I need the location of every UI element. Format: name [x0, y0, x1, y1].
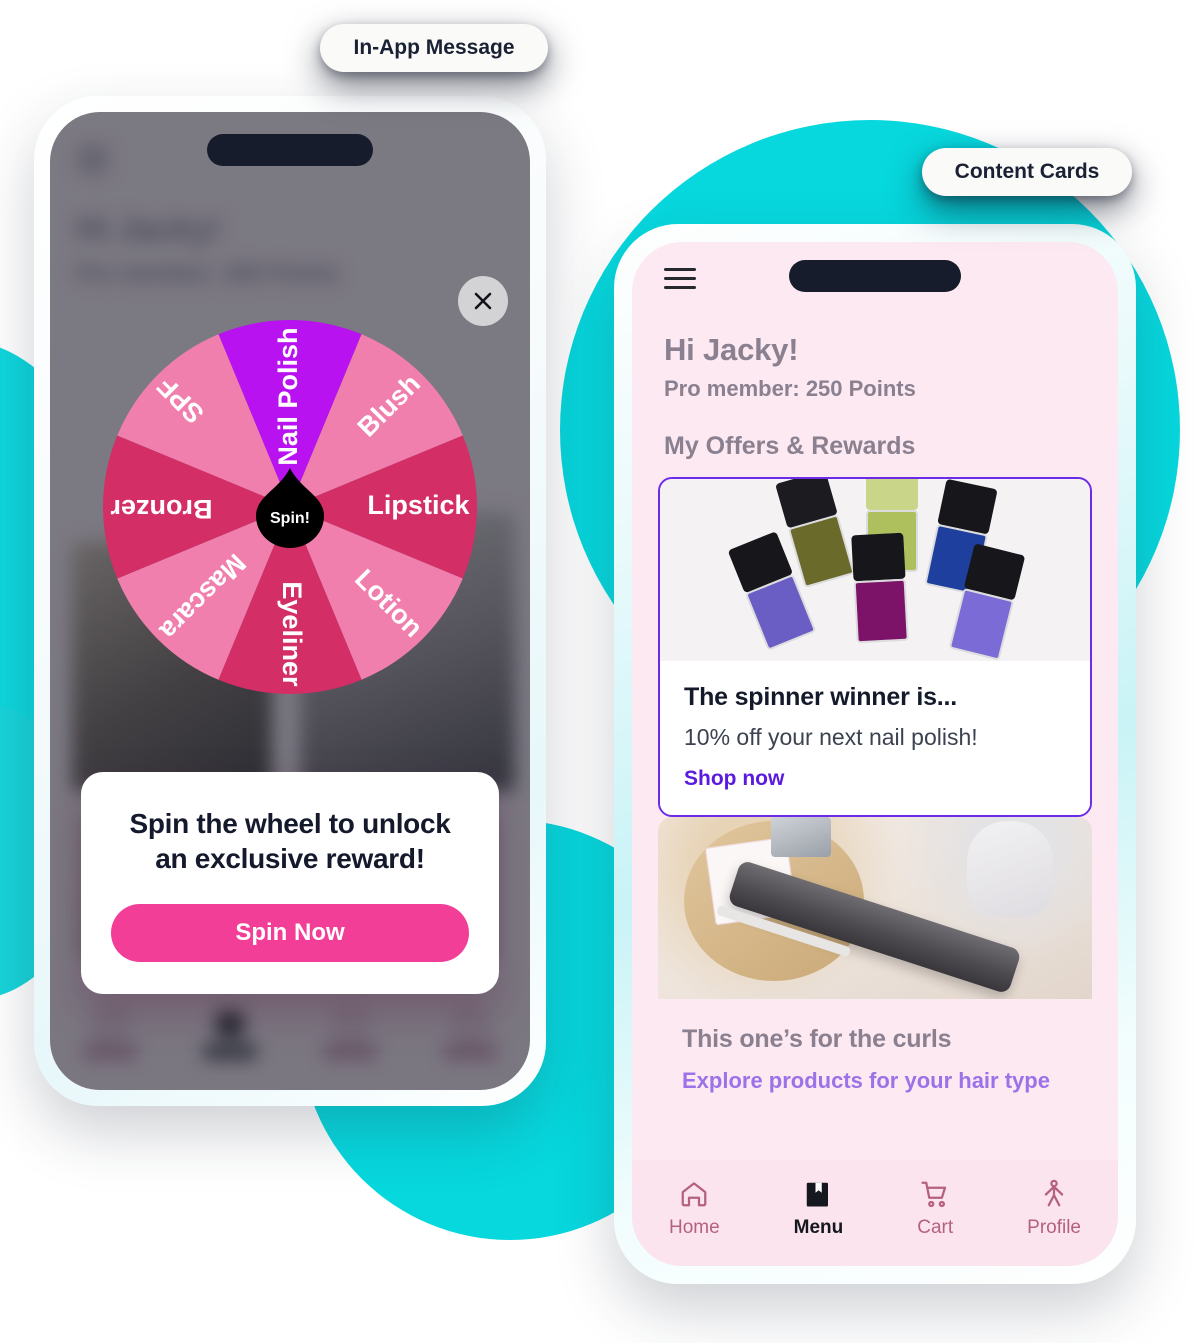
phone1-notch: [207, 134, 373, 166]
phone2-bottom-nav: Home Menu Cart Profile: [632, 1160, 1118, 1266]
content-card-title: The spinner winner is...: [684, 683, 958, 711]
glass-vase: [966, 820, 1053, 917]
screenshot-stage: In-App Message Content Cards Hi Jacky! P…: [0, 0, 1200, 1343]
phone1-screen: Hi Jacky! Pro member: 250 Points: [50, 112, 530, 1090]
nav-item-home[interactable]: Home: [669, 1179, 720, 1239]
in-app-message-card: Spin the wheel to unlock an exclusive re…: [81, 772, 499, 994]
phone2-notch: [789, 260, 961, 292]
content-card-link-explore[interactable]: Explore products for your hair type: [682, 1068, 1068, 1094]
content-card-body: The spinner winner is... 10% off your ne…: [660, 661, 1090, 815]
label-in-app-message: In-App Message: [320, 24, 548, 72]
nav-label-cart: Cart: [917, 1217, 954, 1238]
phone2-section-title: My Offers & Rewards: [664, 432, 916, 460]
spin-center-button[interactable]: Spin!: [254, 466, 326, 548]
label-content-cards-text: Content Cards: [954, 160, 1100, 183]
nav-label-menu: Menu: [793, 1217, 844, 1238]
content-card-curls[interactable]: This one’s for the curls Explore product…: [658, 817, 1092, 1104]
in-app-message-title-line1: Spin the wheel to unlock: [129, 808, 451, 839]
nav-label-home: Home: [668, 1217, 720, 1238]
phone-in-app-message: Hi Jacky! Pro member: 250 Points: [34, 96, 546, 1106]
nav-item-menu[interactable]: Menu: [793, 1179, 844, 1239]
nav-item-profile[interactable]: Profile: [1027, 1179, 1081, 1239]
spin-now-button[interactable]: Spin Now: [111, 904, 469, 962]
nav-label-profile: Profile: [1027, 1217, 1081, 1238]
content-cards-list: The spinner winner is... 10% off your ne…: [632, 477, 1118, 1160]
in-app-message-title-line2: an exclusive reward!: [155, 843, 425, 874]
content-card-body: This one’s for the curls Explore product…: [658, 999, 1092, 1104]
content-card-link-shop-now[interactable]: Shop now: [684, 767, 1066, 791]
perfume-bottle: [770, 817, 831, 857]
spin-center-label: Spin!: [270, 510, 310, 527]
home-icon: [681, 1182, 707, 1207]
nail-polish-bottle: [850, 532, 909, 643]
phone2-screen: Hi Jacky! Pro member: 250 Points My Offe…: [632, 242, 1118, 1266]
spin-wheel[interactable]: Nail Polish Blush Lipstick Lotion Eyeliner Ma…: [85, 302, 495, 712]
content-card-description: 10% off your next nail polish!: [684, 724, 978, 750]
in-app-message-title: Spin the wheel to unlock an exclusive re…: [111, 806, 469, 876]
content-card-image-nail-polish: [660, 479, 1090, 661]
teardrop-pin-icon: Spin!: [256, 468, 324, 548]
content-card-spinner-winner[interactable]: The spinner winner is... 10% off your ne…: [658, 477, 1092, 817]
book-icon: [807, 1182, 829, 1207]
close-icon: [474, 292, 492, 310]
hamburger-menu-icon[interactable]: [664, 268, 696, 290]
content-card-image-flat-iron: [658, 817, 1092, 999]
person-icon: [1044, 1179, 1064, 1207]
content-card-title: This one’s for the curls: [682, 1025, 952, 1053]
wheel-segment-label: Bronzer: [110, 494, 213, 524]
close-button[interactable]: [458, 276, 508, 326]
wheel-segment-label: Nail Polish: [273, 327, 303, 465]
wheel-segment-label: Lipstick: [367, 490, 470, 520]
phone-content-cards: Hi Jacky! Pro member: 250 Points My Offe…: [614, 224, 1136, 1284]
phone2-subtitle: Pro member: 250 Points: [664, 376, 916, 401]
label-in-app-message-text: In-App Message: [353, 36, 515, 59]
cart-icon: [921, 1181, 947, 1208]
wheel-segment-label: Eyeliner: [277, 581, 307, 687]
nav-item-cart[interactable]: Cart: [917, 1179, 953, 1239]
phone2-top-bar: [632, 242, 1118, 320]
label-content-cards: Content Cards: [922, 148, 1132, 196]
phone2-greeting: Hi Jacky!: [664, 332, 799, 367]
